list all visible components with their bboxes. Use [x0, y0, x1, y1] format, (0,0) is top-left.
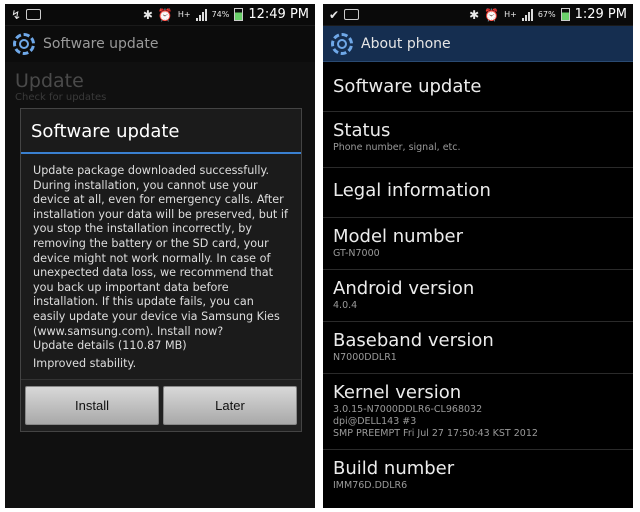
bg-heading: Update: [15, 70, 84, 92]
network-type: H+: [504, 10, 517, 19]
battery-icon: [234, 8, 244, 21]
left-screen: ↯ ✱ ⏰ H+ 74% 12:49 PM Software update Up…: [5, 4, 315, 508]
item-title: Baseband version: [333, 330, 494, 351]
battery-percent: 67%: [537, 10, 556, 19]
list-item-software-update[interactable]: Software update: [323, 64, 633, 112]
item-subtitle: IMM76D.DDLR6: [333, 480, 408, 491]
battery-icon: [560, 8, 570, 21]
item-subtitle: GT-N7000: [333, 248, 380, 259]
clock: 1:29 PM: [574, 7, 627, 22]
list-item-baseband-version[interactable]: Baseband version N7000DDLR1: [323, 322, 633, 374]
list-item-build-number[interactable]: Build number IMM76D.DDLR6: [323, 450, 633, 500]
clock: 12:49 PM: [248, 7, 309, 22]
list-item-kernel-version[interactable]: Kernel version 3.0.15-N7000DDLR6-CL96803…: [323, 374, 633, 450]
mail-icon: [26, 9, 42, 20]
software-update-dialog: Software update Update package downloade…: [20, 108, 302, 432]
title-bar: Software update: [5, 26, 315, 62]
item-subtitle: dpi@DELL143 #3: [333, 416, 417, 427]
dialog-title: Software update: [21, 109, 301, 154]
alarm-icon: ⏰: [157, 7, 173, 22]
usb-icon: ↯: [11, 7, 22, 22]
page-title: About phone: [361, 35, 451, 52]
item-title: Build number: [333, 458, 455, 479]
install-button[interactable]: Install: [25, 386, 159, 425]
signal-icon: [195, 8, 207, 21]
bluetooth-icon: ✱: [469, 7, 480, 22]
dialog-body: Update package downloaded successfully. …: [21, 154, 301, 371]
item-title: Legal information: [333, 180, 491, 201]
bg-subheading: Check for updates: [15, 92, 107, 103]
item-title: Software update: [333, 76, 482, 97]
status-bar: ✔ ✱ ⏰ H+ 67% 1:29 PM: [323, 4, 633, 26]
item-title: Status: [333, 120, 391, 141]
item-subtitle: SMP PREEMPT Fri Jul 27 17:50:43 KST 2012: [333, 428, 538, 439]
list-item-legal-information[interactable]: Legal information: [323, 168, 633, 218]
about-phone-list: Software update Status Phone number, sig…: [323, 64, 633, 500]
item-subtitle: 3.0.15-N7000DDLR6-CL968032: [333, 404, 483, 415]
check-icon: ✔: [329, 7, 340, 22]
status-bar: ↯ ✱ ⏰ H+ 74% 12:49 PM: [5, 4, 315, 26]
update-details: Update details (110.87 MB): [33, 339, 187, 353]
settings-gear-icon[interactable]: [331, 32, 353, 55]
item-title: Android version: [333, 278, 475, 299]
title-bar: About phone: [323, 26, 633, 62]
dialog-message: Update package downloaded successfully. …: [33, 164, 288, 338]
update-notes: Improved stability.: [33, 356, 137, 370]
page-title: Software update: [43, 36, 159, 52]
bluetooth-icon: ✱: [142, 7, 153, 22]
item-title: Kernel version: [333, 382, 462, 403]
item-subtitle: N7000DDLR1: [333, 352, 397, 363]
list-item-model-number[interactable]: Model number GT-N7000: [323, 218, 633, 270]
signal-icon: [521, 8, 533, 21]
list-item-android-version[interactable]: Android version 4.0.4: [323, 270, 633, 322]
item-subtitle: Phone number, signal, etc.: [333, 142, 461, 153]
network-type: H+: [177, 10, 191, 19]
later-button[interactable]: Later: [163, 386, 297, 425]
battery-percent: 74%: [211, 10, 230, 19]
mail-icon: [344, 9, 360, 20]
dialog-buttons: Install Later: [21, 379, 301, 431]
item-subtitle: 4.0.4: [333, 300, 358, 311]
settings-gear-icon[interactable]: [13, 33, 35, 55]
list-item-status[interactable]: Status Phone number, signal, etc.: [323, 112, 633, 168]
alarm-icon: ⏰: [484, 7, 500, 22]
right-screen: ✔ ✱ ⏰ H+ 67% 1:29 PM About phone Softwar…: [323, 4, 633, 508]
item-title: Model number: [333, 226, 464, 247]
